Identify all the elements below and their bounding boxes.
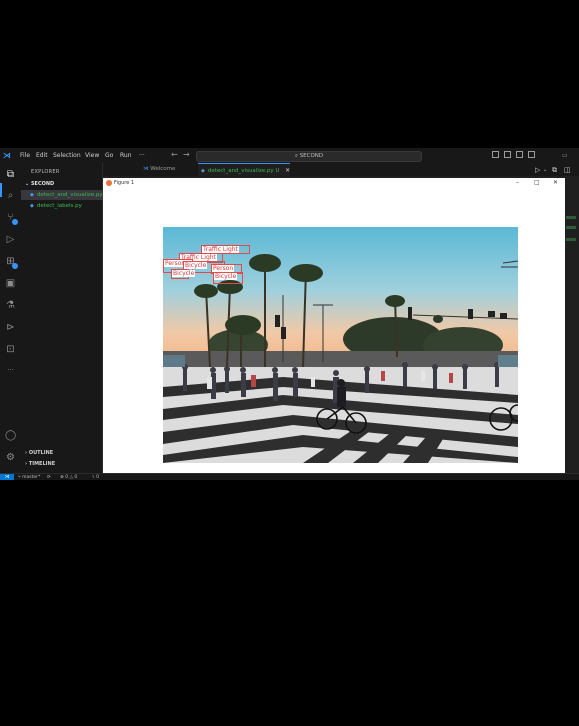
forward-arrow-icon[interactable]: → bbox=[183, 151, 190, 159]
menu-go[interactable]: Go bbox=[105, 152, 113, 159]
vscode-window: ⋊ File Edit Selection View Go Run ··· ← … bbox=[0, 148, 579, 480]
file-name: detect_labels.py bbox=[36, 203, 82, 209]
tab-welcome[interactable]: ⋊ Welcome bbox=[143, 163, 195, 176]
testing-icon[interactable]: ⚗ bbox=[5, 300, 16, 311]
settings-gear-icon[interactable]: ⚙ bbox=[5, 452, 16, 463]
detection-box: Bicycle bbox=[171, 269, 196, 279]
timeline-section[interactable]: › TIMELINE bbox=[25, 461, 55, 467]
detection-label: Bicycle bbox=[214, 273, 238, 280]
file-item-detect-and-visualize[interactable]: ◆ detect_and_visualize.py bbox=[21, 190, 103, 200]
vscode-logo-icon: ⋊ bbox=[3, 151, 11, 160]
extensions-badge bbox=[12, 263, 18, 269]
folder-header[interactable]: ⌄ SECOND bbox=[25, 181, 54, 187]
minimize-button[interactable]: – bbox=[516, 178, 519, 188]
matplotlib-icon bbox=[106, 180, 112, 186]
explorer-title: EXPLORER bbox=[31, 169, 60, 175]
minimap-mark bbox=[566, 216, 576, 219]
python-file-icon: ◆ bbox=[30, 192, 34, 198]
explorer-icon[interactable]: ⧉ bbox=[5, 169, 16, 180]
menu-more[interactable]: ··· bbox=[139, 152, 145, 159]
toggle-primary-sidebar-icon[interactable] bbox=[492, 151, 499, 158]
run-debug-icon[interactable]: ▷ bbox=[5, 234, 16, 245]
detection-label: Bicycle bbox=[184, 262, 208, 269]
active-indicator bbox=[0, 183, 2, 197]
editor-tabs: ⋊ Welcome ◆ detect_and_visualize.py U ✕ ▷… bbox=[103, 163, 579, 176]
split-editor-icon[interactable]: ◫ bbox=[564, 166, 571, 174]
detection-box: Bicycle bbox=[213, 272, 243, 284]
command-center-search[interactable]: ⌕ SECOND bbox=[196, 151, 422, 162]
maximize-button[interactable]: □ bbox=[534, 178, 540, 188]
editor-area bbox=[565, 176, 579, 473]
sync-icon[interactable]: ⟳ bbox=[47, 474, 51, 480]
detection-label: Bicycle bbox=[172, 270, 196, 277]
warning-count: 0 bbox=[74, 475, 78, 480]
toggle-secondary-sidebar-icon[interactable] bbox=[516, 151, 523, 158]
close-window-icon[interactable]: ▭ bbox=[562, 152, 568, 160]
detection-label: Person bbox=[212, 265, 235, 272]
terminal-icon[interactable]: ⊡ bbox=[5, 344, 16, 355]
remote-explorer-icon[interactable]: ▣ bbox=[5, 278, 16, 289]
figure-window: Figure 1 – □ ✕ Traffic Light Traffic Lig… bbox=[103, 178, 565, 480]
close-button[interactable]: ✕ bbox=[553, 178, 558, 188]
run-python-file-icon[interactable]: ▷ bbox=[535, 166, 540, 174]
file-item-detect-labels[interactable]: ◆ detect_labels.py bbox=[21, 201, 103, 211]
status-bar: ⋊ ⑂ master* ⟳ ⊗ 0 △ 0 ⑊ 0 bbox=[0, 473, 579, 480]
file-name: detect_and_visualize.py bbox=[36, 192, 103, 198]
tab-label: detect_and_visualize.py bbox=[207, 168, 274, 174]
tab-label: Welcome bbox=[150, 166, 176, 172]
detection-image: Traffic Light Traffic Light Person Bicyc… bbox=[163, 227, 518, 463]
branch-name: master* bbox=[22, 475, 41, 480]
search-icon[interactable]: ⌕ bbox=[5, 190, 16, 201]
untracked-indicator: U bbox=[275, 168, 280, 174]
minimap-mark bbox=[566, 226, 576, 229]
menu-view[interactable]: View bbox=[85, 152, 99, 159]
remote-indicator-icon[interactable]: ⋊ bbox=[0, 474, 14, 480]
customize-layout-icon[interactable] bbox=[528, 151, 535, 158]
outline-label: OUTLINE bbox=[28, 450, 54, 456]
close-icon[interactable]: ✕ bbox=[285, 167, 290, 174]
python-file-icon: ◆ bbox=[30, 203, 34, 209]
problems-indicator[interactable]: ⊗ 0 △ 0 bbox=[60, 474, 77, 480]
detection-label: Traffic Light bbox=[202, 246, 239, 253]
figure-title-bar: Figure 1 – □ ✕ bbox=[103, 178, 565, 188]
error-count: 0 bbox=[65, 475, 69, 480]
command-center-text: SECOND bbox=[299, 153, 324, 159]
menu-edit[interactable]: Edit bbox=[36, 152, 48, 159]
minimap-mark bbox=[566, 238, 576, 241]
activity-bar: ⧉ ⌕ ⑂ ▷ ⊞ ▣ ⚗ ⊳ ⊡ ··· ◯ ⚙ bbox=[0, 163, 21, 473]
ports-count: 0 bbox=[96, 475, 100, 480]
python-file-icon: ◆ bbox=[201, 168, 205, 174]
compare-icon[interactable]: ⧉ bbox=[552, 166, 557, 175]
timeline-label: TIMELINE bbox=[28, 461, 56, 467]
git-branch[interactable]: ⑂ master* bbox=[18, 474, 40, 480]
account-icon[interactable]: ◯ bbox=[5, 430, 16, 441]
explorer-sidebar: EXPLORER ··· ⌄ SECOND ◆detect_and_visual… bbox=[21, 163, 132, 473]
source-control-badge bbox=[12, 219, 18, 225]
chevron-down-icon[interactable]: ⌄ bbox=[543, 167, 547, 173]
folder-name: SECOND bbox=[30, 181, 55, 187]
more-views-icon[interactable]: ··· bbox=[5, 365, 16, 376]
menu-file[interactable]: File bbox=[20, 152, 30, 159]
outline-section[interactable]: › OUTLINE bbox=[25, 450, 53, 456]
ports-indicator[interactable]: ⑊ 0 bbox=[92, 474, 99, 480]
toggle-panel-icon[interactable] bbox=[504, 151, 511, 158]
menu-run[interactable]: Run bbox=[120, 152, 132, 159]
github-actions-icon[interactable]: ⊳ bbox=[5, 322, 16, 333]
menu-selection[interactable]: Selection bbox=[53, 152, 81, 159]
figure-title: Figure 1 bbox=[114, 180, 135, 186]
title-bar: ⋊ File Edit Selection View Go Run ··· ← … bbox=[0, 148, 579, 163]
back-arrow-icon[interactable]: ← bbox=[171, 151, 178, 159]
tab-detect-and-visualize[interactable]: ◆ detect_and_visualize.py U ✕ bbox=[198, 163, 290, 176]
